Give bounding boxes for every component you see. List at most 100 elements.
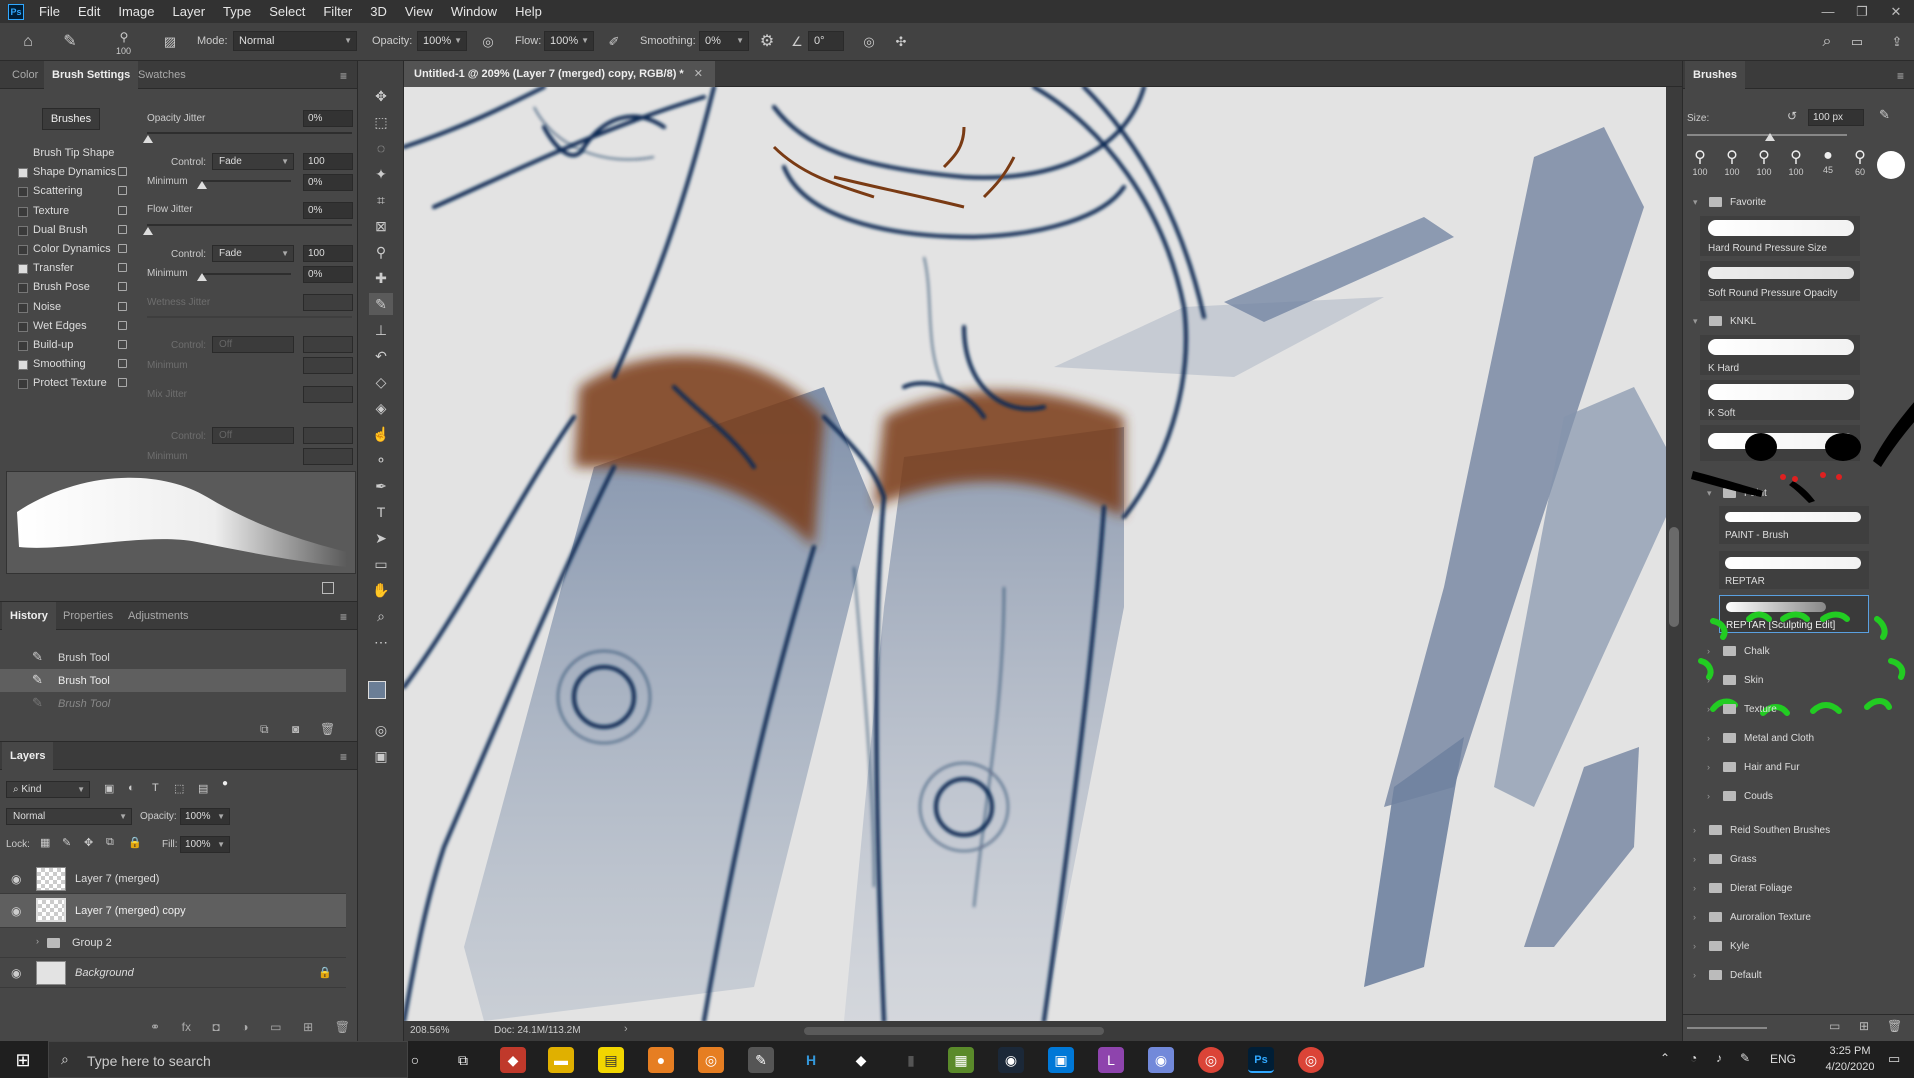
shape-filter-icon[interactable]: ⬚ xyxy=(174,782,184,795)
app-icon-7[interactable]: ▮ xyxy=(898,1047,924,1073)
menu-help[interactable]: Help xyxy=(506,0,551,23)
brush-subfolder[interactable]: › Texture xyxy=(1707,704,1777,715)
adjustment-filter-icon[interactable]: ◐ xyxy=(128,782,135,794)
pressure-opacity-icon[interactable]: ◎ xyxy=(477,32,499,52)
brush-setting-item[interactable]: Wet Edges xyxy=(33,320,87,332)
flow-jitter-slider[interactable] xyxy=(147,224,352,226)
brush-setting-item[interactable]: Protect Texture xyxy=(33,377,107,389)
flow-input[interactable]: 100% ▼ xyxy=(544,31,594,51)
eye-icon[interactable]: ◉ xyxy=(11,967,24,980)
brush-setting-item[interactable]: Build-up xyxy=(33,339,73,351)
lock-icon[interactable] xyxy=(118,359,127,369)
chrome-icon[interactable]: ◎ xyxy=(1298,1047,1324,1073)
gear-icon[interactable]: ⚙ xyxy=(756,32,778,52)
brush-item[interactable]: Soft Round Pressure Opacity xyxy=(1700,261,1860,301)
document-tab[interactable]: Untitled-1 @ 209% (Layer 7 (merged) copy… xyxy=(404,61,715,87)
lock-icon[interactable] xyxy=(118,205,127,215)
discord-icon[interactable]: ◉ xyxy=(1148,1047,1174,1073)
brush-preset[interactable]: ⚲ 100 xyxy=(1685,147,1715,177)
brush-setting-item[interactable]: Dual Brush xyxy=(33,224,87,236)
volume-icon[interactable]: ♪ xyxy=(1716,1051,1722,1065)
share-icon[interactable]: ⇪ xyxy=(1886,32,1908,52)
brush-setting-item[interactable]: Smoothing xyxy=(33,358,86,370)
steam-icon[interactable]: ◉ xyxy=(998,1047,1024,1073)
photoshop-taskbar-icon[interactable]: Ps xyxy=(1248,1047,1274,1073)
menu-edit[interactable]: Edit xyxy=(69,0,109,23)
checkbox[interactable] xyxy=(18,206,28,217)
checkbox[interactable] xyxy=(18,321,28,332)
eyedropper-tool-icon[interactable]: ⚲ xyxy=(369,241,393,263)
app-icon-2[interactable]: ● xyxy=(648,1047,674,1073)
menu-file[interactable]: File xyxy=(30,0,69,23)
fill-input[interactable]: 100% ▼ xyxy=(180,836,230,853)
filter-toggle-icon[interactable]: ● xyxy=(222,778,228,789)
lock-pixels-icon[interactable]: ✎ xyxy=(62,836,71,849)
path-selection-tool-icon[interactable]: ➤ xyxy=(369,527,393,549)
brush-subfolder[interactable]: › Hair and Fur xyxy=(1707,762,1800,773)
checkbox[interactable] xyxy=(18,360,28,371)
screen-mode-icon[interactable]: ▣ xyxy=(369,745,393,767)
language-indicator[interactable]: ENG xyxy=(1770,1052,1796,1066)
history-item[interactable]: ✎ Brush Tool xyxy=(0,646,346,669)
menu-filter[interactable]: Filter xyxy=(314,0,361,23)
new-layer-icon[interactable]: ⊞ xyxy=(303,1020,313,1038)
chrome-icon[interactable]: ◎ xyxy=(1198,1047,1224,1073)
brush-subfolder[interactable]: › Couds xyxy=(1707,791,1773,802)
history-brush-tool-icon[interactable]: ↶ xyxy=(369,345,393,367)
chevron-up-icon[interactable]: ⌃ xyxy=(1660,1051,1670,1065)
marquee-tool-icon[interactable]: ⬚ xyxy=(369,111,393,133)
add-mask-icon[interactable]: ◘ xyxy=(213,1020,220,1038)
layer-opacity-input[interactable]: 100% ▼ xyxy=(180,808,230,825)
brush-preset[interactable]: ⚲ 100 xyxy=(1781,147,1811,177)
lock-icon[interactable] xyxy=(118,224,127,234)
type-filter-icon[interactable]: T xyxy=(152,782,159,794)
brush-size-input[interactable]: 100 px xyxy=(1808,109,1864,126)
lasso-tool-icon[interactable]: ◌ xyxy=(369,137,393,159)
brush-folder[interactable]: › Dierat Foliage xyxy=(1693,883,1792,894)
brushes-button[interactable]: Brushes xyxy=(42,108,100,130)
history-item-undone[interactable]: ✎ Brush Tool xyxy=(0,692,346,715)
layer-row[interactable]: ◉ Layer 7 (merged) xyxy=(0,864,346,894)
brush-folder[interactable]: › Auroralion Texture xyxy=(1693,912,1811,923)
mode-select[interactable]: Normal ▼ xyxy=(233,31,357,51)
panel-menu-icon[interactable]: ≡ xyxy=(340,750,347,764)
chevron-right-icon[interactable]: › xyxy=(36,936,39,946)
home-icon[interactable]: ⌂ xyxy=(16,32,40,52)
reset-icon[interactable]: ↺ xyxy=(1787,109,1797,123)
tab-layers[interactable]: Layers xyxy=(2,742,54,770)
network-icon[interactable]: ◔ xyxy=(1690,1051,1697,1065)
checkbox[interactable] xyxy=(18,245,28,255)
minimum-thumb[interactable] xyxy=(197,181,207,189)
trash-icon[interactable]: 🗑 xyxy=(335,1020,350,1038)
tab-swatches[interactable]: Swatches xyxy=(130,61,194,89)
brush-round-preview-icon[interactable] xyxy=(1877,151,1905,179)
healing-brush-tool-icon[interactable]: ✚ xyxy=(369,267,393,289)
brush-setting-item[interactable]: Shape Dynamics xyxy=(33,166,116,178)
scrollbar-thumb[interactable] xyxy=(1669,527,1679,627)
pen-icon[interactable]: ✎ xyxy=(1740,1051,1750,1065)
sticky-notes-icon[interactable]: ▤ xyxy=(598,1047,624,1073)
taskbar-search[interactable]: ⌕ Type here to search xyxy=(48,1041,408,1078)
lock-icon[interactable] xyxy=(118,186,127,196)
pressure-size-icon[interactable]: ◎ xyxy=(858,32,880,52)
dodge-tool-icon[interactable]: ⚬ xyxy=(369,449,393,471)
paint-bucket-tool-icon[interactable]: ◈ xyxy=(369,397,393,419)
brush-tip-shape-item[interactable]: Brush Tip Shape xyxy=(33,147,114,159)
menu-type[interactable]: Type xyxy=(214,0,260,23)
menu-3d[interactable]: 3D xyxy=(361,0,396,23)
clock-time[interactable]: 3:25 PM xyxy=(1824,1045,1876,1057)
frame-tool-icon[interactable]: ⊠ xyxy=(369,215,393,237)
link-layers-icon[interactable]: ⚭ xyxy=(150,1020,160,1038)
panel-menu-icon[interactable]: ≡ xyxy=(340,610,347,624)
checkbox[interactable] xyxy=(18,168,28,179)
checkbox[interactable] xyxy=(18,225,28,236)
lock-icon[interactable] xyxy=(118,301,127,311)
minimum2-input[interactable]: 0% xyxy=(303,266,353,283)
tab-brush-settings[interactable]: Brush Settings xyxy=(44,61,139,89)
new-group-icon[interactable]: ▭ xyxy=(1829,1019,1840,1033)
panel-menu-icon[interactable]: ≡ xyxy=(340,69,347,83)
preview-size-slider[interactable] xyxy=(1687,1027,1767,1029)
opacity-jitter-input[interactable]: 0% xyxy=(303,110,353,127)
layer-group-row[interactable]: › Group 2 xyxy=(0,928,346,958)
zoom-readout[interactable]: 208.56% xyxy=(410,1025,449,1036)
